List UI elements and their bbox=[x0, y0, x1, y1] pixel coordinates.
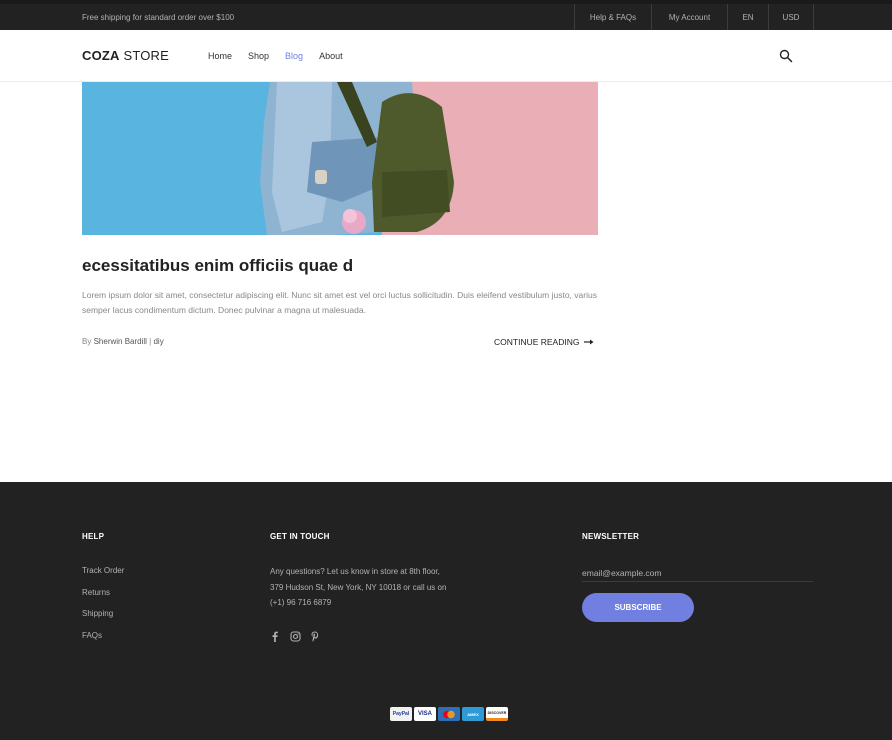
meta-separator: | bbox=[149, 337, 152, 346]
shipping-notice: Free shipping for standard order over $1… bbox=[82, 13, 235, 22]
social-links bbox=[270, 629, 320, 642]
top-bar: Free shipping for standard order over $1… bbox=[0, 0, 892, 30]
post-photo bbox=[82, 82, 598, 235]
newsletter-email-input[interactable] bbox=[582, 564, 813, 582]
nav-blog[interactable]: Blog bbox=[285, 51, 303, 61]
nav-about[interactable]: About bbox=[319, 51, 343, 61]
footer-help-heading: HELP bbox=[82, 532, 105, 541]
post-excerpt: Lorem ipsum dolor sit amet, consectetur … bbox=[82, 290, 597, 315]
meta-by: By bbox=[82, 337, 92, 346]
logo-rest: STORE bbox=[119, 48, 170, 63]
footer-newsletter-heading: NEWSLETTER bbox=[582, 532, 640, 541]
logo-bold: COZA bbox=[82, 48, 120, 63]
post-author[interactable]: Sherwin Bardill bbox=[94, 337, 147, 346]
amex-icon: AMEX bbox=[462, 707, 484, 721]
paypal-icon: PayPal bbox=[390, 707, 412, 721]
nav-home[interactable]: Home bbox=[208, 51, 232, 61]
footer-link-returns[interactable]: Returns bbox=[82, 588, 110, 597]
nav-shop[interactable]: Shop bbox=[248, 51, 269, 61]
payment-methods: PayPal VISA AMEX DISCOVER bbox=[390, 707, 508, 721]
search-icon[interactable] bbox=[779, 49, 793, 63]
continue-reading-link[interactable]: CONTINUE READING bbox=[494, 337, 594, 347]
my-account-link[interactable]: My Account bbox=[651, 4, 727, 30]
main-header: COZA STORE Home Shop Blog About bbox=[0, 30, 892, 82]
footer-link-shipping[interactable]: Shipping bbox=[82, 609, 113, 618]
continue-reading-label: CONTINUE READING bbox=[494, 337, 580, 347]
facebook-icon[interactable] bbox=[270, 629, 280, 642]
footer-contact-heading: GET IN TOUCH bbox=[270, 532, 330, 541]
post-category[interactable]: diy bbox=[153, 337, 163, 346]
pinterest-icon[interactable] bbox=[310, 629, 320, 642]
help-faqs-link[interactable]: Help & FAQs bbox=[574, 4, 651, 30]
main-nav: Home Shop Blog About bbox=[208, 51, 359, 61]
arrow-right-icon bbox=[584, 339, 594, 345]
footer-link-track-order[interactable]: Track Order bbox=[82, 566, 124, 575]
contact-text: Any questions? Let us know in store at 8… bbox=[270, 567, 447, 607]
visa-icon: VISA bbox=[414, 707, 436, 721]
post-image[interactable] bbox=[82, 82, 598, 235]
language-selector[interactable]: EN bbox=[727, 4, 768, 30]
logo[interactable]: COZA STORE bbox=[82, 48, 169, 63]
footer-link-faqs[interactable]: FAQs bbox=[82, 631, 102, 640]
mastercard-icon bbox=[438, 707, 460, 721]
instagram-icon[interactable] bbox=[290, 629, 301, 642]
footer: HELP Track Order Returns Shipping FAQs G… bbox=[0, 482, 892, 740]
currency-selector[interactable]: USD bbox=[768, 4, 814, 30]
post-title[interactable]: ecessitatibus enim officiis quae d bbox=[82, 256, 353, 276]
subscribe-button[interactable]: SUBSCRIBE bbox=[582, 593, 694, 622]
discover-icon: DISCOVER bbox=[486, 707, 508, 721]
post-meta: By Sherwin Bardill | diy bbox=[82, 337, 164, 346]
